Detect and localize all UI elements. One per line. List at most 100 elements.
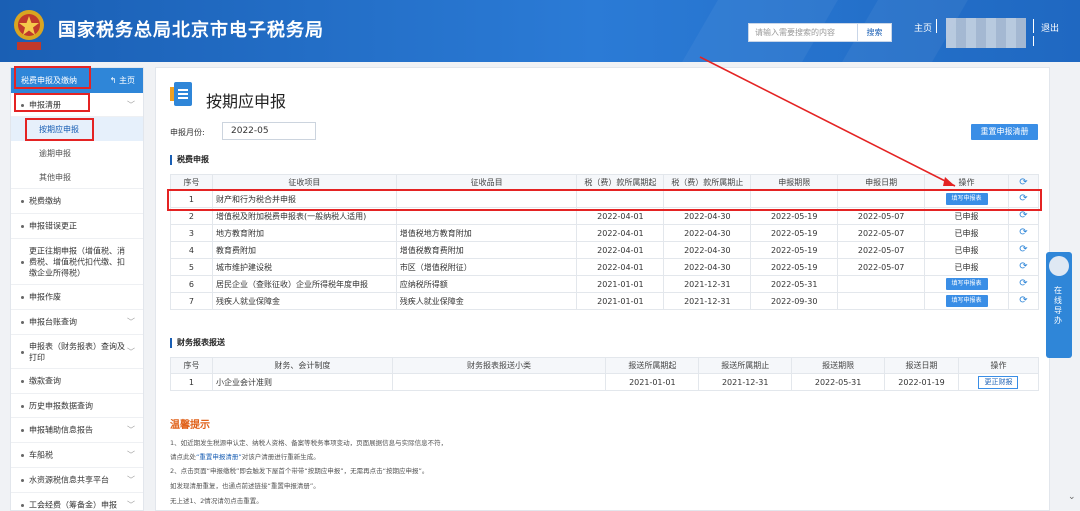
status-declared: 已申报 xyxy=(954,211,979,221)
refresh-icon[interactable]: ⟳ xyxy=(1019,262,1027,272)
table-cell: 2021-01-01 xyxy=(576,292,665,310)
table-cell: 市区（增值税附征） xyxy=(395,258,578,276)
sidebar-item-union-fee[interactable]: 工会经费（筹备金）申报 ﹀ xyxy=(11,493,143,510)
chevron-down-icon: ﹀ xyxy=(127,347,135,356)
sidebar-item-vehicle-tax[interactable]: 车船税 ﹀ xyxy=(11,443,143,468)
reset-list-link[interactable]: “重置申报清册” xyxy=(196,453,242,461)
refresh-icon[interactable]: ⟳ xyxy=(1019,177,1027,188)
table-cell: 2022-04-01 xyxy=(576,241,665,259)
sidebar-home-link[interactable]: ↰ 主页 xyxy=(110,75,135,86)
chevron-down-icon: ﹀ xyxy=(127,450,135,460)
table-cell: 2022-05-19 xyxy=(750,241,839,259)
tax-section-title: 税费申报 xyxy=(170,155,209,165)
table-cell: 2021-01-01 xyxy=(576,275,665,293)
table-cell: 2022-09-30 xyxy=(750,292,839,310)
table-row: 6 居民企业（查账征收）企业所得税年度申报 应纳税所得额 2021-01-01 2021… xyxy=(170,275,1040,293)
sidebar-item-payment[interactable]: 税费缴纳 xyxy=(11,189,143,214)
table-cell: 残疾人就业保障金 xyxy=(211,292,397,310)
refresh-icon[interactable]: ⟳ xyxy=(1019,279,1027,289)
highlight-box xyxy=(14,93,90,112)
tip-line: 无上述1、2情况请勿点击重置。 xyxy=(170,497,263,505)
financial-section-title: 财务报表报送 xyxy=(170,338,225,348)
refresh-icon[interactable]: ⟳ xyxy=(1019,296,1027,306)
table-cell: 城市维护建设税 xyxy=(211,258,397,276)
sidebar-item-aux-report[interactable]: 申报辅助信息报告 ﹀ xyxy=(11,418,143,443)
period-input[interactable]: 2022-05 xyxy=(222,122,316,140)
status-declared: 已申报 xyxy=(954,228,979,238)
table-cell: 2022-04-30 xyxy=(663,258,752,276)
main-panel: 按期应申报 申报月份: 2022-05 重置申报清册 税费申报 序号 征收项目 … xyxy=(155,67,1050,511)
search-button[interactable]: 搜索 xyxy=(858,23,892,42)
table-cell: 2022-05-07 xyxy=(837,241,926,259)
table-cell: 居民企业（查账征收）企业所得税年度申报 xyxy=(211,275,397,293)
table-row: 4 教育费附加 增值税教育费附加 2022-04-01 2022-04-30 2022-0… xyxy=(170,241,1040,259)
table-cell: 增值税教育费附加 xyxy=(395,241,578,259)
table-cell: 4 xyxy=(170,241,213,259)
chevron-down-icon: ﹀ xyxy=(127,475,135,485)
highlight-box xyxy=(25,118,94,141)
table-cell: 2022-05-19 xyxy=(750,258,839,276)
sidebar-item-report-print[interactable]: 申报表（财务报表）查询及打印 ﹀ xyxy=(11,335,143,369)
table-cell: 小企业会计准则 xyxy=(211,373,393,391)
online-guide-label: 在线导办 xyxy=(1054,286,1062,325)
table-cell: 7 xyxy=(170,292,213,310)
chevron-down-icon: ﹀ xyxy=(127,100,135,109)
home-link[interactable]: 主页 xyxy=(914,21,932,34)
correct-report-button[interactable]: 更正财报 xyxy=(978,375,1019,389)
table-cell: 残疾人就业保障金 xyxy=(395,292,578,310)
table-cell: 已申报 xyxy=(924,241,1009,259)
table-cell: 已申报 xyxy=(924,258,1009,276)
table-cell: 增值税地方教育附加 xyxy=(395,224,578,242)
table-row: 3 地方教育附加 增值税地方教育附加 2022-04-01 2022-04-30 2022… xyxy=(170,224,1040,242)
table-cell: 已申报 xyxy=(924,224,1009,242)
status-declared: 已申报 xyxy=(954,245,979,255)
chevron-down-icon: ﹀ xyxy=(127,425,135,435)
search-input[interactable]: 请输入需要搜索的内容 xyxy=(748,23,858,42)
tip-line: 1、如近期发生税源申认定、纳税人资格、备案等税务事项变动，页面展据信息与实际信息… xyxy=(170,439,448,447)
highlight-box xyxy=(14,66,91,89)
table-cell: 2022-01-19 xyxy=(884,373,959,391)
sidebar-item-past-correction[interactable]: 更正往期申报（增值税、消费税、增值税代扣代缴、扣缴企业所得税） xyxy=(11,239,143,285)
logout-link[interactable]: 退出 xyxy=(1041,21,1059,34)
table-cell xyxy=(837,292,926,310)
refresh-icon[interactable]: ⟳ xyxy=(1019,211,1027,221)
table-cell: 2022-05-31 xyxy=(791,373,886,391)
sidebar-item-correction[interactable]: 申报错误更正 xyxy=(11,214,143,239)
sidebar-sub-overdue[interactable]: 逾期申报 xyxy=(11,141,143,165)
fill-form-button[interactable]: 填写申报表 xyxy=(945,295,988,307)
tip-line: 2、点击页面“申报缴税”即会触发下屋首个带带“按期应申报”，无需再点击“按期应申… xyxy=(170,467,429,475)
sidebar-item-ledger-query[interactable]: 申报台账查询 ﹀ xyxy=(11,310,143,335)
online-guide-widget[interactable]: 在线导办 xyxy=(1046,252,1072,358)
table-cell: 2022-05-07 xyxy=(837,258,926,276)
sidebar-item-void[interactable]: 申报作废 xyxy=(11,285,143,310)
refresh-icon[interactable]: ⟳ xyxy=(1019,245,1027,255)
sidebar-item-history[interactable]: 历史申报数据查询 xyxy=(11,394,143,418)
table-row: 1 小企业会计准则 2021-01-01 2021-12-31 2022-05-31 20… xyxy=(170,373,1040,391)
table-cell: 2021-01-01 xyxy=(605,373,700,391)
header-divider xyxy=(1033,19,1034,33)
table-cell: 填写申报表 xyxy=(924,275,1009,293)
financial-report-table: 序号 财务、会计制度 财务报表报送小类 报送所属期起 报送所属期止 报送期限 报… xyxy=(170,357,1040,391)
table-cell: 2021-12-31 xyxy=(663,275,752,293)
table-header-row: 序号 财务、会计制度 财务报表报送小类 报送所属期起 报送所属期止 报送期限 报… xyxy=(170,357,1040,374)
sidebar-item-payment-query[interactable]: 缴款查询 xyxy=(11,369,143,394)
status-declared: 已申报 xyxy=(954,262,979,272)
tip-line: 如发现清册重复，也通点前述链接“重置申报清册”。 xyxy=(170,482,320,490)
table-cell: 6 xyxy=(170,275,213,293)
table-cell: 2022-05-19 xyxy=(750,224,839,242)
refresh-icon[interactable]: ⟳ xyxy=(1019,228,1027,238)
reset-list-button[interactable]: 重置申报清册 xyxy=(971,124,1038,140)
table-cell: 2022-05-07 xyxy=(837,224,926,242)
agent-avatar-icon xyxy=(1049,256,1069,276)
page-title: 按期应申报 xyxy=(206,92,287,111)
sidebar-sub-other[interactable]: 其他申报 xyxy=(11,165,143,189)
table-cell: 2022-04-30 xyxy=(663,241,752,259)
fill-form-button[interactable]: 填写申报表 xyxy=(945,278,988,290)
chevron-down-icon[interactable]: ⌄ xyxy=(1068,492,1076,502)
table-cell: 2021-12-31 xyxy=(698,373,793,391)
table-cell: 地方教育附加 xyxy=(211,224,397,242)
tip-line: 请点此处“重置申报清册”对该户清册进行重新生成。 xyxy=(170,453,320,461)
table-cell: 2022-04-01 xyxy=(576,224,665,242)
sidebar-item-water-tax[interactable]: 水资源税信息共享平台 ﹀ xyxy=(11,468,143,493)
table-cell xyxy=(391,373,607,391)
